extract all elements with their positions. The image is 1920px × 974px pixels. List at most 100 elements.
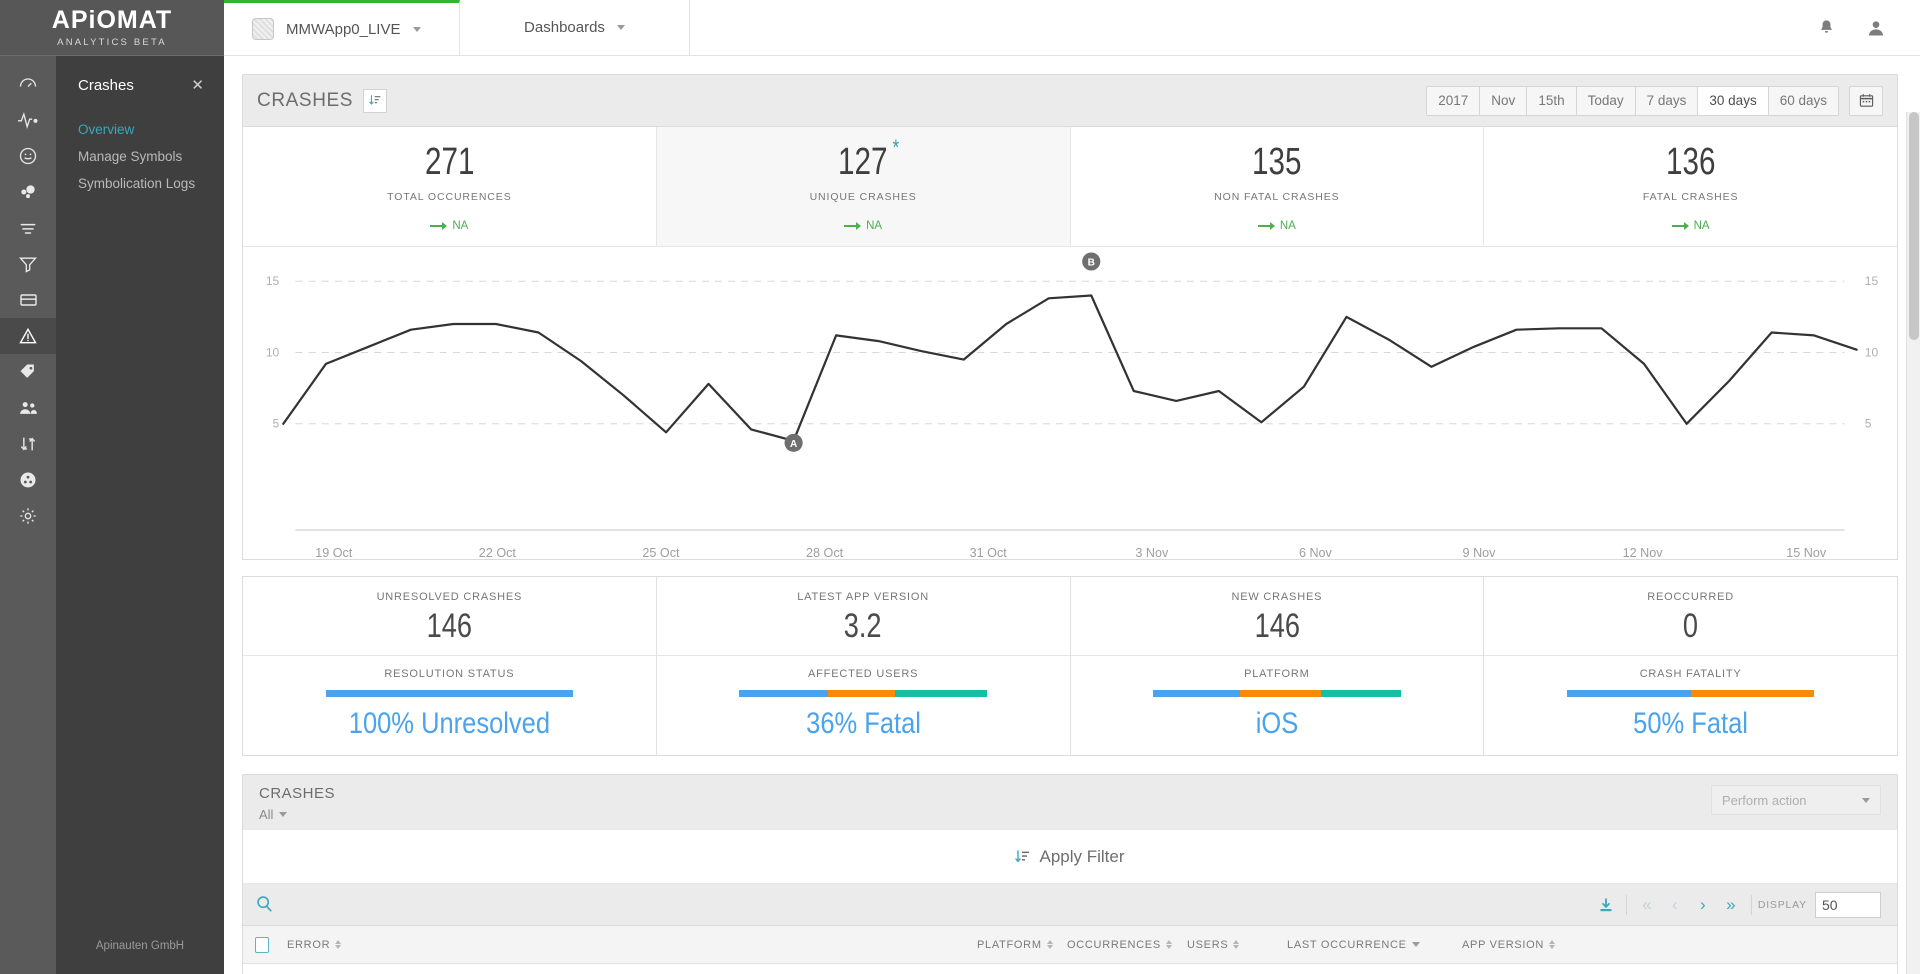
- column-header-last-occurrence[interactable]: LAST OCCURRENCE: [1287, 939, 1462, 951]
- users-icon[interactable]: [0, 390, 56, 426]
- trend-flat-arrow-icon: [430, 225, 446, 227]
- chevron-down-icon: [279, 812, 287, 817]
- date-btn-nov[interactable]: Nov: [1480, 87, 1527, 115]
- close-icon[interactable]: ✕: [191, 78, 204, 93]
- stat-top: UNRESOLVED CRASHES 146: [243, 577, 656, 656]
- stat-bottom: AFFECTED USERS 36% Fatal: [657, 656, 1070, 755]
- column-header-error[interactable]: ERROR: [287, 939, 977, 951]
- kpi-non-fatal-crashes[interactable]: 135 NON FATAL CRASHES NA: [1071, 127, 1485, 246]
- pager-prev-button[interactable]: ‹: [1661, 891, 1689, 919]
- kpi-delta: NA: [1071, 220, 1484, 232]
- display-label: DISPLAY: [1758, 899, 1807, 911]
- bell-icon[interactable]: [1817, 18, 1836, 37]
- perform-action-select[interactable]: Perform action: [1711, 785, 1881, 815]
- scrollbar-thumb[interactable]: [1909, 112, 1919, 340]
- column-header-platform[interactable]: PLATFORM: [977, 939, 1067, 951]
- app-root: APiOMAT ANALYTICS BETA: [0, 0, 1920, 974]
- svg-text:5: 5: [1865, 417, 1872, 431]
- stat-bar-title: AFFECTED USERS: [657, 668, 1070, 680]
- sidebar-item-symbolication-logs[interactable]: Symbolication Logs: [56, 170, 224, 197]
- column-label: PLATFORM: [977, 939, 1042, 951]
- download-icon[interactable]: [1592, 891, 1620, 919]
- select-all-checkbox[interactable]: [255, 937, 269, 953]
- kpi-total-occurences[interactable]: 271 TOTAL OCCURENCES NA: [243, 127, 657, 246]
- gear-icon[interactable]: [0, 498, 56, 534]
- content-scrollbar[interactable]: [1906, 112, 1920, 974]
- stat-title: NEW CRASHES: [1071, 591, 1484, 603]
- crashes-panel: CRASHES 2017 Nov 15th Today 7 da: [242, 74, 1898, 560]
- sort-descending-arrow-icon: [1412, 942, 1420, 947]
- tab-app-mmwapp0-live[interactable]: MMWApp0_LIVE: [224, 0, 460, 55]
- kpi-unique-crashes[interactable]: 127* UNIQUE CRASHES NA: [657, 127, 1071, 246]
- dashboard-gauge-icon[interactable]: [0, 66, 56, 102]
- chart-annotation-a[interactable]: A: [785, 434, 803, 452]
- brand-logo: APiOMAT ANALYTICS BETA: [0, 0, 224, 56]
- smiley-face-icon[interactable]: [0, 138, 56, 174]
- sort-descending-icon[interactable]: [363, 89, 387, 113]
- pulse-activity-icon[interactable]: [0, 102, 56, 138]
- column-label: ERROR: [287, 939, 330, 951]
- date-btn-30-days[interactable]: 30 days: [1698, 87, 1768, 115]
- tag-icon[interactable]: [0, 354, 56, 390]
- date-btn-2017[interactable]: 2017: [1427, 87, 1480, 115]
- column-header-users[interactable]: USERS: [1187, 939, 1287, 951]
- divider: [1751, 895, 1752, 915]
- kpi-label: UNIQUE CRASHES: [657, 191, 1070, 203]
- date-btn-60-days[interactable]: 60 days: [1769, 87, 1838, 115]
- user-avatar-icon[interactable]: [1866, 18, 1886, 38]
- funnel-icon[interactable]: [0, 246, 56, 282]
- display-count-input[interactable]: [1815, 892, 1881, 918]
- bar-segment: [1691, 690, 1815, 697]
- perform-action-label: Perform action: [1722, 793, 1807, 808]
- stat-card-unresolved-crashes: UNRESOLVED CRASHES 146 RESOLUTION STATUS…: [243, 577, 657, 755]
- bar-segment: [1567, 690, 1691, 697]
- pager-next-button[interactable]: ›: [1689, 891, 1717, 919]
- bug-icon[interactable]: [0, 462, 56, 498]
- bar-segment: [326, 690, 574, 697]
- chevron-down-icon[interactable]: [617, 25, 625, 30]
- tab-dashboards[interactable]: Dashboards: [460, 0, 690, 55]
- table-pager: « ‹ › » DISPLAY: [1592, 891, 1881, 919]
- chart-annotation-b[interactable]: B: [1082, 253, 1100, 271]
- rail-submenu: Crashes ✕ Overview Manage Symbols Symbol…: [56, 56, 224, 974]
- stat-bar-title: RESOLUTION STATUS: [243, 668, 656, 680]
- svg-text:A: A: [790, 439, 797, 450]
- stat-bar-title: CRASH FATALITY: [1484, 668, 1897, 680]
- crashes-panel-header: CRASHES 2017 Nov 15th Today 7 da: [243, 75, 1897, 127]
- chevron-down-icon[interactable]: [413, 27, 421, 32]
- column-header-occurrences[interactable]: OCCURRENCES: [1067, 939, 1187, 951]
- sidebar-item-overview[interactable]: Overview: [56, 116, 224, 143]
- pager-last-button[interactable]: »: [1717, 891, 1745, 919]
- bubbles-icon[interactable]: [0, 174, 56, 210]
- retention-icon[interactable]: [0, 426, 56, 462]
- dashboards-tab-label: Dashboards: [524, 19, 605, 36]
- sliders-icon[interactable]: [0, 210, 56, 246]
- stat-highlight: 100% Unresolved: [349, 709, 550, 739]
- warning-triangle-icon[interactable]: [0, 318, 56, 354]
- bar-segment: [828, 690, 895, 697]
- date-btn-today[interactable]: Today: [1577, 87, 1636, 115]
- svg-text:3 Nov: 3 Nov: [1135, 546, 1169, 559]
- svg-text:22 Oct: 22 Oct: [479, 546, 517, 559]
- stat-highlight: 36% Fatal: [806, 709, 921, 739]
- table-filter-select[interactable]: All: [259, 807, 335, 822]
- column-header-app-version[interactable]: APP VERSION: [1462, 939, 1555, 951]
- pager-first-button[interactable]: «: [1633, 891, 1661, 919]
- apply-filter-button[interactable]: Apply Filter: [1015, 847, 1124, 867]
- calendar-icon[interactable]: [1849, 86, 1883, 116]
- bar-segment: [895, 690, 987, 697]
- sidebar-item-manage-symbols[interactable]: Manage Symbols: [56, 143, 224, 170]
- apply-filter-label: Apply Filter: [1039, 847, 1124, 867]
- table-row[interactable]: [243, 964, 1897, 974]
- card-icon[interactable]: [0, 282, 56, 318]
- kpi-fatal-crashes[interactable]: 136 FATAL CRASHES NA: [1484, 127, 1897, 246]
- divider: [1626, 895, 1627, 915]
- stat-bottom: RESOLUTION STATUS 100% Unresolved: [243, 656, 656, 755]
- search-icon[interactable]: [255, 894, 274, 916]
- date-btn-15th[interactable]: 15th: [1527, 87, 1576, 115]
- date-btn-7-days[interactable]: 7 days: [1636, 87, 1699, 115]
- stat-bar: [1567, 690, 1815, 697]
- rail-icon-column: [0, 56, 56, 974]
- kpi-row: 271 TOTAL OCCURENCES NA 127* UNIQUE CRAS…: [243, 127, 1897, 247]
- svg-text:12 Nov: 12 Nov: [1623, 546, 1664, 559]
